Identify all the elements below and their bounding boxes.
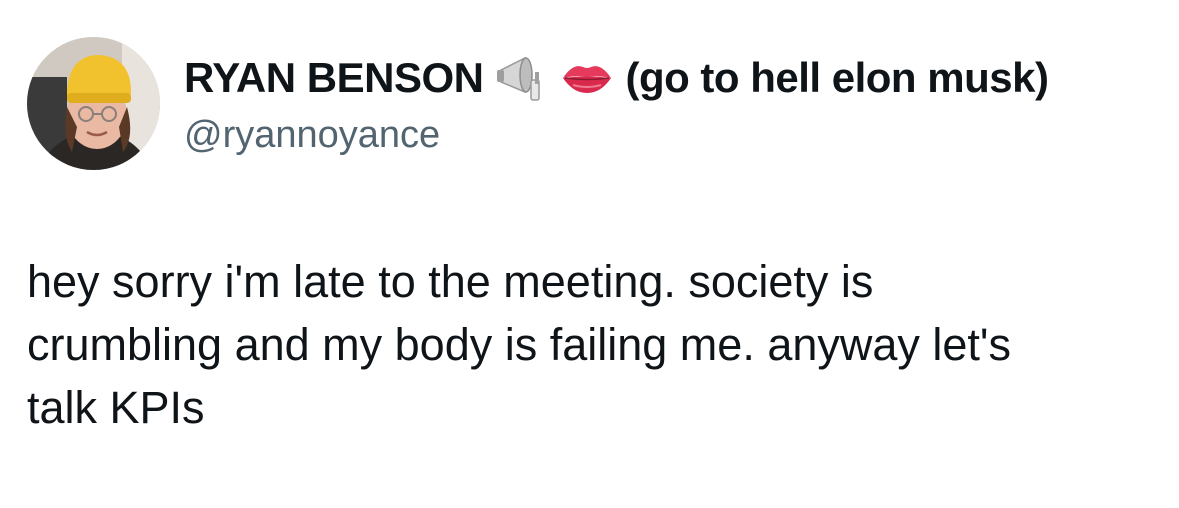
display-name-suffix[interactable]: (go to hell elon musk) xyxy=(625,54,1049,102)
tweet-text: hey sorry i'm late to the meeting. socie… xyxy=(27,250,1157,439)
display-name[interactable]: RYAN BENSON xyxy=(184,54,484,102)
display-name-line[interactable]: RYAN BENSON (go to hell elon musk) xyxy=(184,48,1049,108)
lips-icon xyxy=(561,61,613,95)
tweet-text-line: crumbling and my body is failing me. any… xyxy=(27,319,1012,370)
avatar[interactable] xyxy=(27,37,160,170)
user-handle[interactable]: @ryannoyance xyxy=(184,114,1048,157)
avatar-photo xyxy=(27,37,160,170)
author-info: RYAN BENSON (go to hell elon musk) @ryan… xyxy=(184,48,1049,157)
tweet-text-line: talk KPIs xyxy=(27,382,205,433)
megaphone-icon xyxy=(495,52,549,104)
tweet-card: RYAN BENSON (go to hell elon musk) @ryan… xyxy=(0,0,1179,508)
tweet-text-line: hey sorry i'm late to the meeting. socie… xyxy=(27,256,874,307)
